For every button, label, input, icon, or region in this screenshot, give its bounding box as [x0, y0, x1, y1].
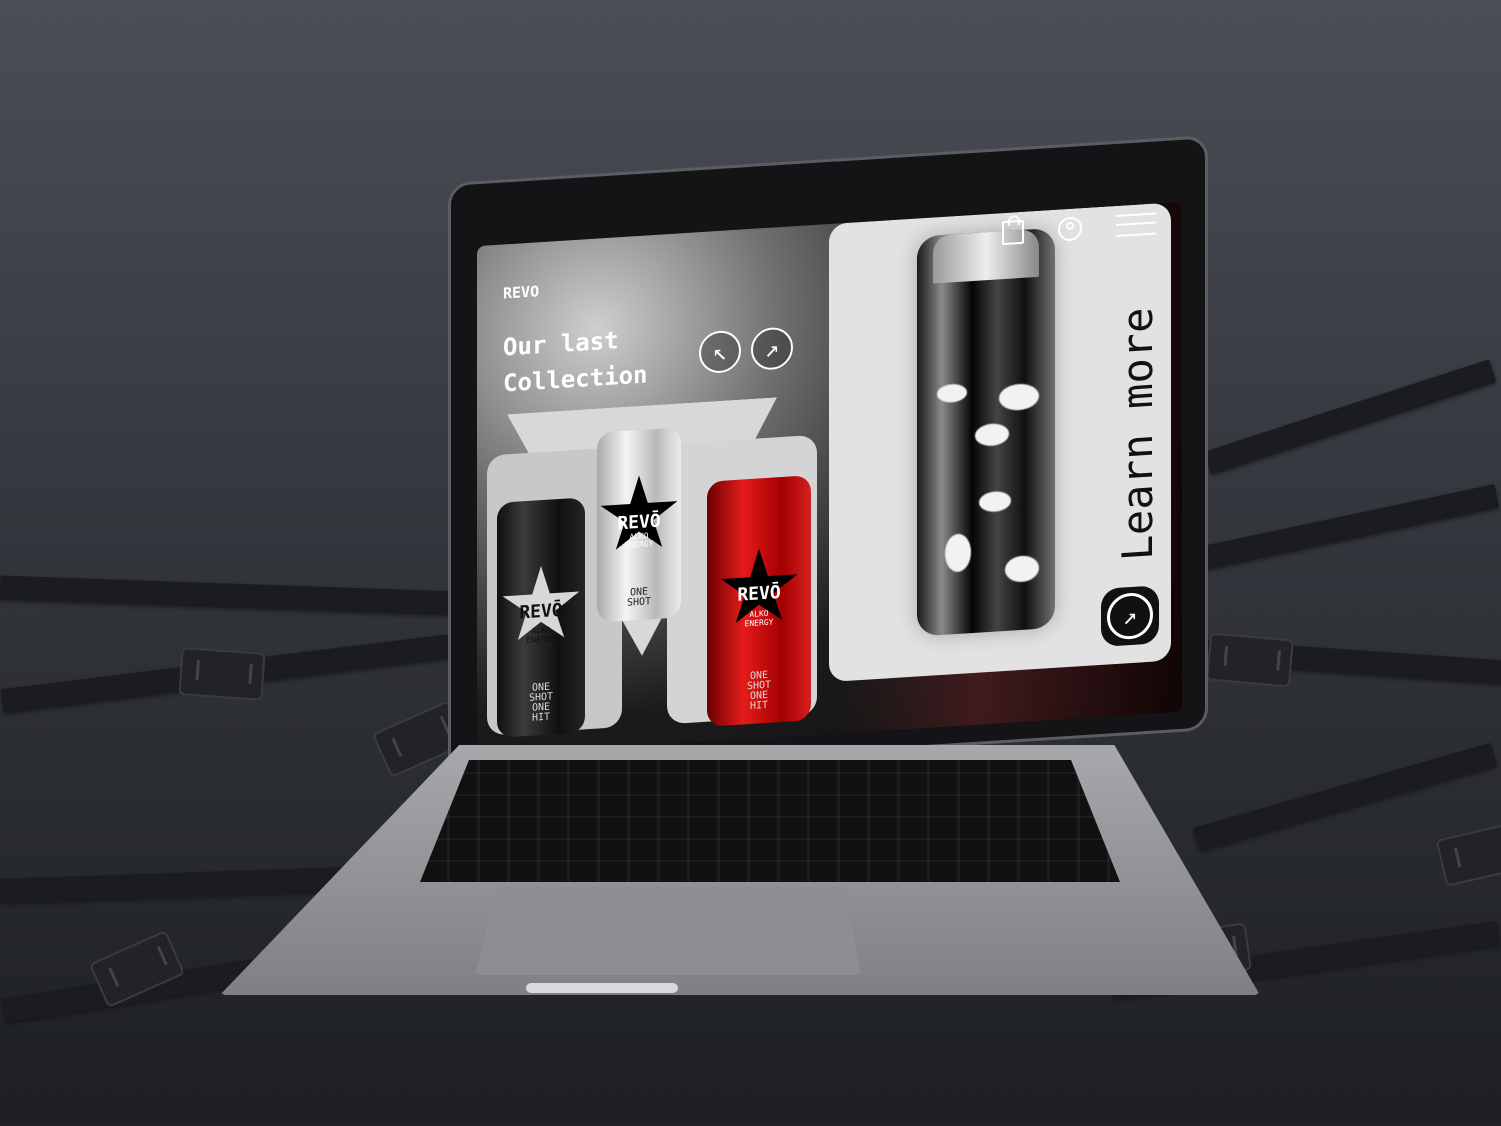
brand-logo[interactable]: REVO — [503, 282, 539, 302]
product-tagline: ONE SHOT ONE HIT — [746, 669, 772, 713]
laptop-lid: REVO Our last Collection ↖ ↗ REVŌ ALKO E… — [448, 135, 1208, 778]
strap — [1192, 742, 1498, 852]
buckle — [178, 647, 266, 701]
strap — [1200, 484, 1500, 570]
product-can[interactable]: REVŌ ALKO ENERGY ONE SHOT ONE HIT — [497, 497, 585, 738]
strap — [1203, 359, 1497, 475]
paint-splash — [975, 422, 1009, 447]
menu-icon[interactable] — [1116, 212, 1156, 237]
trackpad — [475, 887, 861, 975]
next-button[interactable]: ↗ — [751, 326, 793, 371]
buckle — [1206, 632, 1294, 688]
paint-splash — [1005, 554, 1039, 583]
previous-button[interactable]: ↖ — [699, 329, 741, 375]
camera-notch — [751, 161, 835, 187]
paint-splash — [999, 382, 1039, 412]
keyboard-keys — [420, 760, 1120, 882]
user-icon[interactable] — [1058, 216, 1082, 242]
paint-splash — [945, 533, 971, 573]
product-name: REVŌ — [737, 582, 781, 607]
product-subtitle: ALKO ENERGY — [744, 609, 774, 629]
keyboard — [420, 760, 1120, 882]
learn-more-link[interactable]: Learn more — [1113, 290, 1162, 562]
product-carousel: REVŌ ALKO ENERGY ONE SHOT ONE HIT REVŌ A… — [487, 395, 817, 745]
paint-splash — [979, 490, 1011, 513]
product-subtitle: ALKO ENERGY — [526, 625, 556, 645]
laptop-hinge — [526, 983, 678, 993]
product-can[interactable]: REVŌ ALKO ENERGY ONE SHOT ONE HIT — [707, 475, 811, 727]
product-tagline: ONE SHOT ONE HIT — [528, 681, 554, 724]
collection-headline: Our last Collection — [503, 316, 723, 402]
laptop-screen: REVO Our last Collection ↖ ↗ REVŌ ALKO E… — [477, 201, 1182, 757]
next-arrow-icon: ↗ — [764, 334, 780, 364]
paint-splash — [937, 383, 967, 404]
product-name: REVŌ — [519, 599, 563, 624]
previous-arrow-icon: ↖ — [712, 337, 728, 367]
product-can[interactable]: REVŌ ALKO ENERGY ONE SHOT — [597, 427, 681, 623]
arrow-up-right-icon: ↗ — [1107, 591, 1153, 641]
buckle — [1435, 821, 1501, 887]
hero-product-card[interactable]: Learn more ↗ — [829, 202, 1171, 683]
hero-product-can — [917, 227, 1055, 637]
product-tagline: ONE SHOT — [626, 586, 652, 609]
cart-icon[interactable] — [1002, 219, 1024, 246]
learn-more-button[interactable]: ↗ — [1101, 585, 1159, 647]
